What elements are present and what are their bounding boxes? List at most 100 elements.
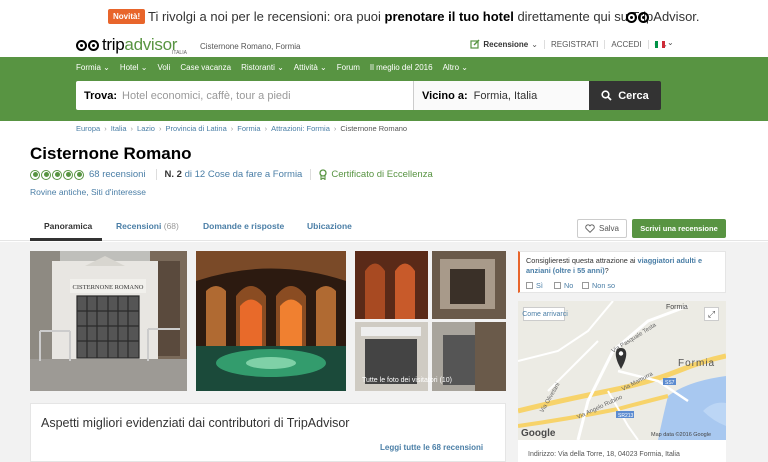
page-title: Cisternone Romano: [30, 144, 192, 163]
nav-item-hotel[interactable]: Hotel ⌄: [120, 63, 148, 72]
header-actions: Recensione ⌄ REGISTRATI ACCEDI € ⌄: [464, 39, 674, 49]
nav-item-label: Ristoranti: [241, 63, 275, 72]
nav-item-attivit-[interactable]: Attività ⌄: [294, 63, 327, 72]
chevron-down-icon: ⌄: [317, 63, 327, 72]
chevron-down-icon: ⌄: [100, 63, 110, 72]
chevron-down-icon: ⌄: [459, 63, 468, 72]
scrivi-recensione-button[interactable]: Scrivi una recensione: [632, 219, 726, 238]
come-arrivarci-button[interactable]: Come arrivarci: [522, 307, 568, 321]
chevron-down-icon: ⌄: [531, 39, 538, 49]
read-all-reviews-link[interactable]: Leggi tutte le 68 recensioni: [380, 443, 483, 452]
rating-bubble-icon: [41, 169, 51, 180]
tab-recensioni-count: (68): [163, 221, 179, 231]
map-label-formia-top: Formia: [666, 304, 688, 311]
nav-item-label: Altro: [442, 63, 460, 72]
tab-domande[interactable]: Domande e risposte: [203, 221, 284, 231]
all-photos-text: Tutte le foto dei visitatori: [362, 377, 438, 384]
breadcrumb: Europa › Italia › Lazio › Provincia di Latina ›…: [76, 124, 407, 133]
aspects-title: Aspetti migliori evidenziati dai contrib…: [41, 416, 350, 430]
cerca-button[interactable]: Cerca: [589, 81, 661, 110]
accedi-link[interactable]: ACCEDI: [604, 39, 647, 49]
tripadvisor-logo[interactable]: tripadvisor: [76, 34, 177, 56]
nav-item-altro[interactable]: Altro ⌄: [443, 63, 468, 72]
checkbox-non-so[interactable]: [582, 282, 589, 289]
nav-item-forum[interactable]: Forum: [337, 63, 360, 72]
nav-item-label: Case vacanza: [180, 63, 232, 72]
nav-menu: Formia ⌄ Hotel ⌄ Voli Case vacanza Ristorant…: [76, 63, 468, 72]
nav-item-label: Hotel: [119, 63, 139, 72]
checkbox-si[interactable]: [526, 282, 533, 289]
banner-owl-icon: [626, 10, 652, 28]
breadcrumb-separator: ›: [158, 124, 162, 133]
all-photos-count: (10): [439, 377, 453, 384]
vicino-field[interactable]: Vicino a: Formia, Italia: [414, 81, 589, 110]
logo-text-advisor: advisor: [124, 35, 178, 54]
option-no[interactable]: No: [554, 281, 573, 290]
checkbox-no[interactable]: [554, 282, 561, 289]
nav-item-label: Formia: [76, 63, 101, 72]
rank-number: N. 2: [164, 169, 182, 180]
rating-bubble-icon: [74, 169, 84, 180]
novita-badge: Novità!: [108, 9, 146, 24]
reviews-count-link[interactable]: 68 recensioni: [89, 169, 146, 180]
categories-link[interactable]: Rovine antiche, Siti d'interesse: [30, 187, 146, 197]
nav-item-formia[interactable]: Formia ⌄: [76, 63, 110, 72]
option-no-label: No: [564, 281, 574, 290]
map-label-google: Google: [521, 428, 556, 439]
breadcrumb-separator: ›: [104, 124, 107, 133]
breadcrumb-item[interactable]: Attrazioni: Formia: [271, 124, 330, 133]
nav-item-ristoranti[interactable]: Ristoranti ⌄: [241, 63, 284, 72]
trova-field[interactable]: Trova: Hotel economici, caffè, tour a pie…: [76, 81, 414, 110]
nav-item-case-vacanza[interactable]: Case vacanza: [180, 63, 231, 72]
breadcrumb-item[interactable]: Formia: [237, 124, 260, 133]
breadcrumb-item[interactable]: Provincia di Latina: [165, 124, 226, 133]
salva-button[interactable]: Salva: [577, 219, 627, 238]
photo-cistern-interior[interactable]: [196, 251, 346, 391]
banner-text-bold: prenotare il tuo hotel: [384, 9, 514, 24]
expand-map-icon[interactable]: ⤢: [704, 307, 719, 321]
nav-item-il-meglio-del-2016[interactable]: Il meglio del 2016: [370, 63, 433, 72]
trova-input[interactable]: Hotel economici, caffè, tour a piedi: [122, 90, 291, 102]
ranking: N. 2 di 12 Cose da fare a Formia: [155, 169, 311, 180]
certificate-icon: [319, 169, 328, 180]
italy-flag-icon[interactable]: [655, 41, 665, 48]
breadcrumb-separator: ›: [264, 124, 268, 133]
recommend-question: Consiglieresti questa attrazione ai viag…: [526, 256, 722, 276]
certificate[interactable]: Certificato di Eccellenza: [310, 169, 433, 180]
tab-ubicazione[interactable]: Ubicazione: [307, 221, 352, 231]
recensione-menu[interactable]: Recensione ⌄: [464, 39, 544, 49]
vicino-input[interactable]: Formia, Italia: [474, 90, 538, 102]
rank-link[interactable]: di 12 Cose da fare a Formia: [182, 169, 303, 180]
registrati-link[interactable]: REGISTRATI: [543, 39, 604, 49]
map-label-copyright: Map data ©2016 Google: [651, 431, 711, 438]
map-label-ss7: SS7: [665, 380, 675, 386]
write-review-icon: [470, 39, 480, 49]
logo-text: tripadvisor: [102, 35, 177, 55]
option-non-so-label: Non so: [592, 281, 616, 290]
option-non-so[interactable]: Non so: [582, 281, 615, 290]
breadcrumb-separator: ›: [230, 124, 234, 133]
salva-label: Salva: [598, 224, 619, 233]
option-si-label: Sì: [536, 281, 543, 290]
rating-bubbles[interactable]: [30, 169, 85, 180]
option-si[interactable]: Sì: [526, 281, 543, 290]
banner-text[interactable]: Ti rivolgi a noi per le recensioni: ora …: [148, 9, 700, 24]
photo-grid-visitors[interactable]: [355, 251, 506, 391]
breadcrumb-item[interactable]: Italia: [111, 124, 127, 133]
banner-text-pre: Ti rivolgi a noi per le recensioni: ora …: [148, 9, 385, 24]
photo-main-building[interactable]: CISTERNONE ROMANO: [30, 251, 187, 391]
header-location: Cisternone Romano, Formia: [200, 42, 301, 51]
banner-text-post: direttamente qui su TripAdvisor.: [513, 9, 700, 24]
cerca-label: Cerca: [618, 89, 649, 102]
tab-panoramica[interactable]: Panoramica: [44, 221, 92, 231]
map[interactable]: Formia Formia Via Pasquale Testa Via Oli…: [518, 301, 726, 440]
breadcrumb-item[interactable]: Europa: [76, 124, 100, 133]
rating-row: 68 recensioni N. 2 di 12 Cose da fare a …: [30, 169, 433, 180]
chevron-down-icon[interactable]: ⌄: [667, 38, 674, 47]
all-photos-label[interactable]: Tutte le foto dei visitatori (10): [362, 377, 452, 384]
nav-item-voli[interactable]: Voli: [157, 63, 170, 72]
rating-bubble-icon: [63, 169, 73, 180]
question-post: ?: [604, 266, 609, 275]
tab-recensioni[interactable]: Recensioni (68): [116, 221, 179, 231]
breadcrumb-item[interactable]: Lazio: [137, 124, 155, 133]
